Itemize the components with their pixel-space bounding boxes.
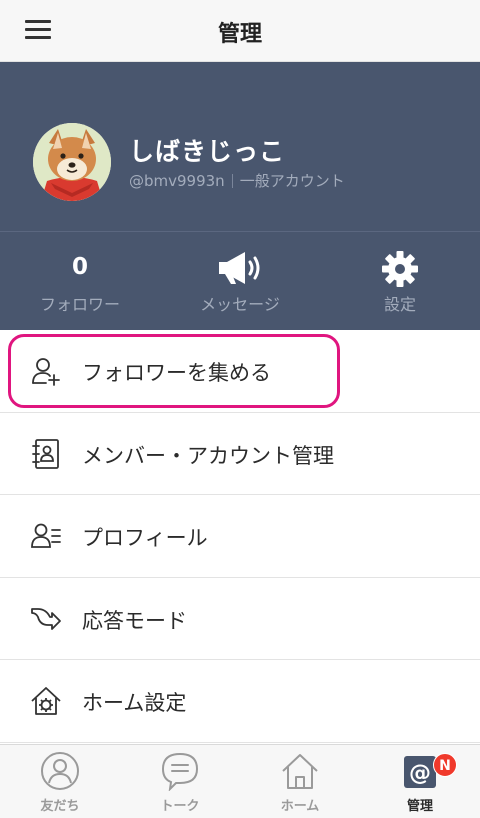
account-meta: @bmv9993n 一般アカウント <box>129 170 345 191</box>
menu-item-profile[interactable]: プロフィール <box>0 495 480 578</box>
tab-label: 友だち <box>40 799 80 814</box>
menu-item-label: フォロワーを集める <box>82 361 271 385</box>
tab-manage[interactable]: @ N 管理 <box>360 745 480 818</box>
bottom-tab-bar: 友だち トーク ホーム @ N 管理 <box>0 744 480 818</box>
menu-item-member-account[interactable]: メンバー・アカウント管理 <box>0 412 480 495</box>
follower-count: 0 <box>71 254 88 280</box>
menu-item-label: 応答モード <box>82 608 187 633</box>
person-icon <box>41 752 79 790</box>
settings-button[interactable]: 設定 <box>320 232 480 330</box>
chat-icon <box>161 752 199 791</box>
tab-friends[interactable]: 友だち <box>0 745 120 818</box>
menu-item-label: プロフィール <box>82 526 208 550</box>
top-bar: 管理 <box>0 0 480 62</box>
home-gear-icon <box>31 687 61 715</box>
shiba-dog-avatar-icon <box>33 123 111 201</box>
home-icon <box>282 754 318 789</box>
menu-item-home-settings[interactable]: ホーム設定 <box>0 660 480 743</box>
tab-home[interactable]: ホーム <box>240 745 360 818</box>
message-label: メッセージ <box>200 295 280 314</box>
tab-talk[interactable]: トーク <box>120 745 240 818</box>
menu-item-gather-followers[interactable]: フォロワーを集める <box>0 330 480 413</box>
settings-label: 設定 <box>383 295 416 314</box>
page-title: 管理 <box>217 22 262 47</box>
menu-item-label: メンバー・アカウント管理 <box>82 443 334 468</box>
account-type: 一般アカウント <box>239 172 345 190</box>
account-name: しばきじっこ <box>129 137 286 166</box>
add-user-icon <box>32 358 60 386</box>
megaphone-icon <box>219 252 260 284</box>
menu-item-response-mode[interactable]: 応答モード <box>0 577 480 660</box>
profile-icon <box>31 523 61 548</box>
divider <box>231 174 233 188</box>
tab-label: トーク <box>160 799 200 814</box>
svg-text:@: @ <box>409 761 431 786</box>
tab-label: 管理 <box>406 799 433 814</box>
menu-item-label: ホーム設定 <box>82 691 187 715</box>
tab-label: ホーム <box>280 799 320 814</box>
avatar[interactable] <box>33 123 111 201</box>
message-button[interactable]: メッセージ <box>160 232 320 330</box>
reply-arrow-icon <box>31 607 61 630</box>
stats-row: 0 フォロワー メッセージ 設定 <box>0 232 480 330</box>
profile-panel: しばきじっこ @bmv9993n 一般アカウント 0 フォロワー メッセージ 設… <box>0 62 480 330</box>
management-menu: フォロワーを集める メンバー・アカウント管理 プロフィール 応答モード ホーム設… <box>0 330 480 743</box>
followers-label: フォロワー <box>39 295 120 314</box>
account-id: @bmv9993n <box>129 172 225 190</box>
notification-badge: N <box>433 753 457 777</box>
gear-icon <box>382 251 418 287</box>
followers-stat[interactable]: 0 フォロワー <box>0 232 160 330</box>
profile-header: しばきじっこ @bmv9993n 一般アカウント <box>0 62 480 232</box>
address-book-icon <box>32 438 59 469</box>
